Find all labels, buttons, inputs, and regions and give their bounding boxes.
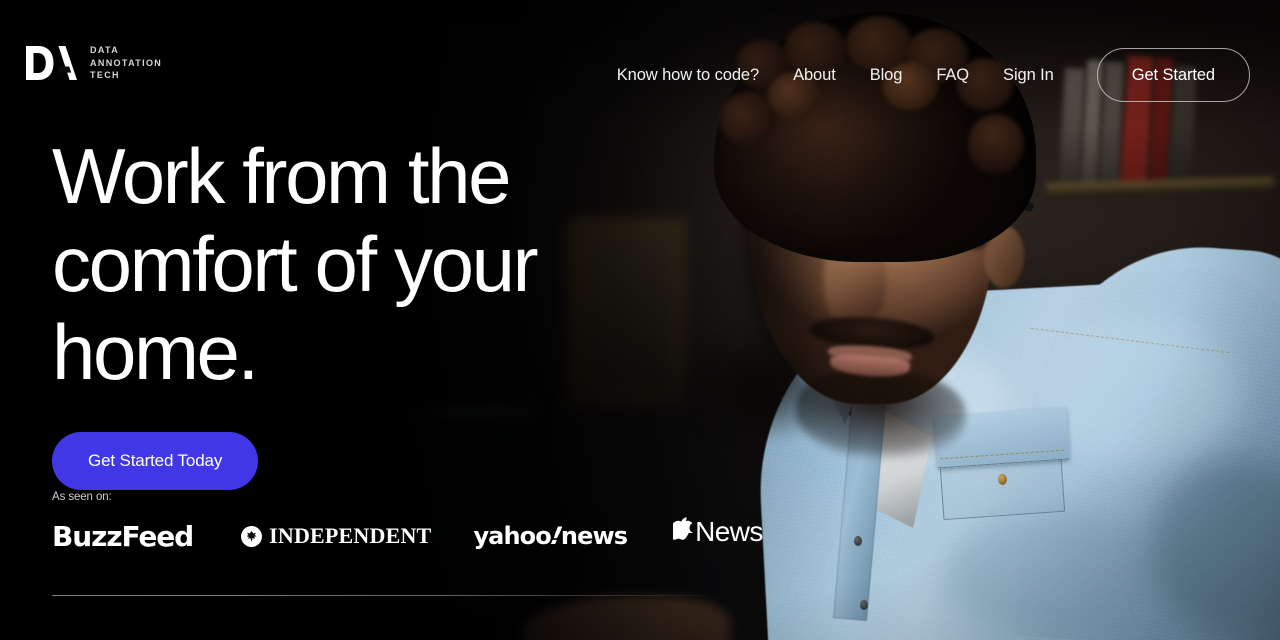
nav-faq[interactable]: FAQ bbox=[919, 66, 986, 85]
press-logos: BuzzFeed INDEPENDENT yahoo! news News bbox=[52, 516, 763, 556]
independent-wordmark: INDEPENDENT bbox=[269, 523, 432, 548]
brand-wordmark: DATA ANNOTATION TECH bbox=[90, 45, 163, 81]
nav-blog[interactable]: Blog bbox=[853, 66, 920, 85]
yahoo-word: yahoo bbox=[473, 522, 551, 550]
da-monogram-icon bbox=[26, 46, 77, 80]
press-logo-yahoo-news[interactable]: yahoo! news bbox=[473, 516, 628, 556]
apple-news-wordmark: News bbox=[695, 516, 763, 547]
get-started-button[interactable]: Get Started bbox=[1096, 48, 1250, 102]
nav-sign-in[interactable]: Sign In bbox=[986, 66, 1071, 85]
as-seen-on-label: As seen on: bbox=[52, 491, 112, 503]
yahoo-news-word: news bbox=[560, 522, 628, 550]
press-logo-apple-news[interactable]: News bbox=[670, 516, 763, 556]
nav-know-how-to-code[interactable]: Know how to code? bbox=[617, 66, 776, 85]
hero-heading: Work from the comfort of your home. bbox=[52, 132, 539, 396]
nav-about[interactable]: About bbox=[776, 66, 853, 85]
get-started-today-button[interactable]: Get Started Today bbox=[52, 432, 259, 490]
eagle-emblem-icon bbox=[241, 525, 263, 547]
press-logo-buzzfeed[interactable]: BuzzFeed bbox=[52, 516, 194, 556]
press-logo-independent[interactable]: INDEPENDENT bbox=[241, 516, 431, 556]
main-navigation: Know how to code? About Blog FAQ Sign In… bbox=[617, 48, 1250, 102]
section-divider bbox=[52, 595, 722, 596]
landing-page: DATA ANNOTATION TECH Know how to code? A… bbox=[0, 0, 1280, 640]
hero-section: Work from the comfort of your home. Get … bbox=[52, 132, 672, 490]
brand-logo[interactable]: DATA ANNOTATION TECH bbox=[24, 44, 162, 82]
apple-icon bbox=[670, 517, 694, 546]
site-header: DATA ANNOTATION TECH Know how to code? A… bbox=[0, 0, 1280, 140]
page-content: DATA ANNOTATION TECH Know how to code? A… bbox=[0, 0, 1280, 640]
